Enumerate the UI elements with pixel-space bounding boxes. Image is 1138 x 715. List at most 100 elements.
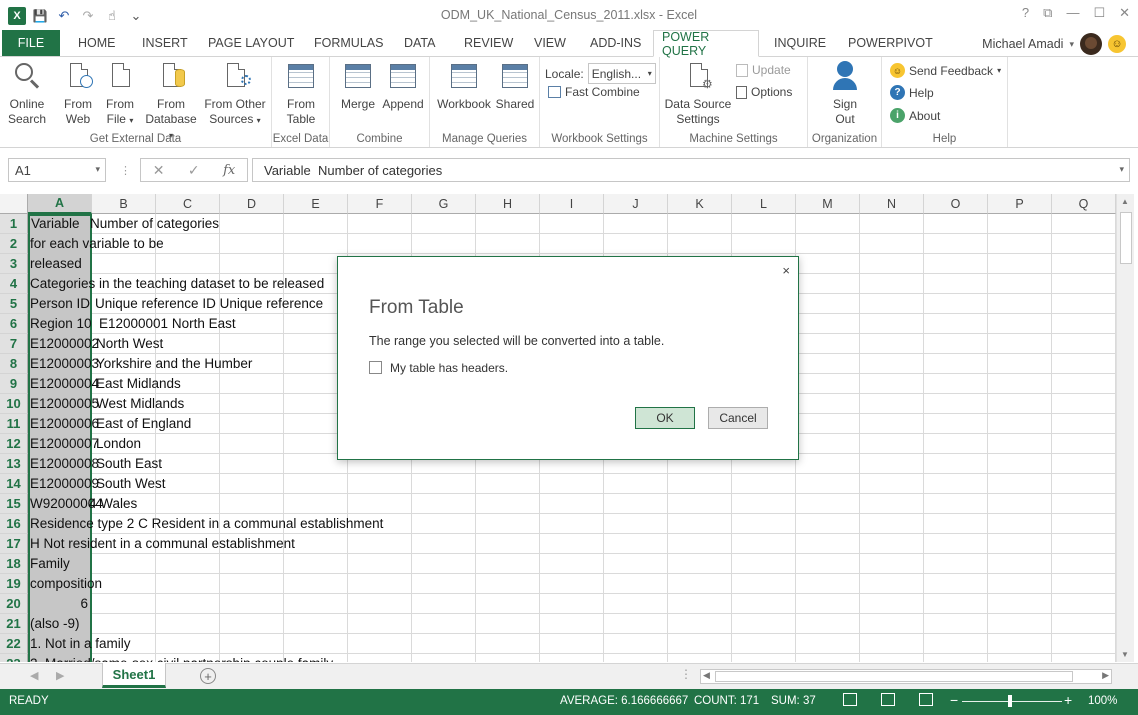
page-break-view-icon[interactable] xyxy=(919,693,933,706)
row-header[interactable]: 7 xyxy=(0,334,28,354)
tab-data[interactable]: DATA xyxy=(396,30,443,56)
sheet-prev-icon[interactable]: ◀ xyxy=(30,669,38,682)
formula-bar-resize-icon[interactable]: ⋮ xyxy=(120,164,131,177)
cell-a16[interactable]: Residence type 2 C Resident in a communa… xyxy=(30,514,383,534)
cell-a13[interactable]: E12000008 xyxy=(30,454,99,474)
cell-b14[interactable]: South West xyxy=(96,474,166,494)
sign-out-button[interactable]: Sign Out xyxy=(822,61,868,127)
row-header[interactable]: 5 xyxy=(0,294,28,314)
column-header-l[interactable]: L xyxy=(732,194,796,214)
cell-a7[interactable]: E12000002 xyxy=(30,334,99,354)
cell-a2[interactable]: for each variable to be xyxy=(30,234,164,254)
user-account[interactable]: Michael Amadi ▾ ☺ xyxy=(982,33,1126,55)
cell-b6[interactable]: E12000001 North East xyxy=(99,314,236,334)
horizontal-scroll-thumb[interactable] xyxy=(715,671,1073,682)
cell-b12[interactable]: London xyxy=(96,434,141,454)
cell-a18[interactable]: Family xyxy=(30,554,70,574)
row-header[interactable]: 13 xyxy=(0,454,28,474)
add-sheet-icon[interactable]: + xyxy=(200,668,216,684)
cell-a22[interactable]: 1. Not in a family xyxy=(30,634,131,654)
online-search-button[interactable]: Online Search xyxy=(4,61,50,127)
row-header[interactable]: 18 xyxy=(0,554,28,574)
append-button[interactable]: Append xyxy=(380,61,426,112)
expand-formula-bar-icon[interactable]: ▾ xyxy=(1119,164,1124,175)
tab-home[interactable]: HOME xyxy=(70,30,124,56)
cell-b1[interactable]: Number of categories xyxy=(90,214,219,234)
scroll-up-icon[interactable]: ▲ xyxy=(1121,197,1129,206)
scroll-down-icon[interactable]: ▼ xyxy=(1121,650,1129,659)
close-icon[interactable]: × xyxy=(782,263,790,278)
insert-function-icon[interactable]: fx xyxy=(223,163,235,178)
row-header[interactable]: 20 xyxy=(0,594,28,614)
zoom-slider-track[interactable] xyxy=(962,701,1062,702)
row-header[interactable]: 11 xyxy=(0,414,28,434)
row-header[interactable]: 21 xyxy=(0,614,28,634)
cancel-entry-icon[interactable]: ✕ xyxy=(153,162,165,179)
tab-formulas[interactable]: FORMULAS xyxy=(306,30,391,56)
column-header-p[interactable]: P xyxy=(988,194,1052,214)
vertical-scrollbar[interactable]: ▲ ▼ xyxy=(1116,194,1134,662)
cell-a4[interactable]: Categories in the teaching dataset to be… xyxy=(30,274,324,294)
from-other-sources-button[interactable]: From Other Sources ▾ xyxy=(202,61,268,128)
column-header-h[interactable]: H xyxy=(476,194,540,214)
normal-view-icon[interactable] xyxy=(843,693,857,706)
row-header[interactable]: 3 xyxy=(0,254,28,274)
cell-b15[interactable]: 4 Wales xyxy=(89,494,137,514)
ok-button[interactable]: OK xyxy=(635,407,695,429)
cell-b13[interactable]: South East xyxy=(96,454,162,474)
smiley-feedback-icon[interactable]: ☺ xyxy=(1108,35,1126,53)
cell-a1[interactable]: Variable xyxy=(31,214,80,234)
about-button[interactable]: i About xyxy=(890,108,940,123)
cell-a5[interactable]: Person ID xyxy=(30,294,90,314)
tab-powerpivot[interactable]: POWERPIVOT xyxy=(840,30,941,56)
tab-inquire[interactable]: INQUIRE xyxy=(766,30,834,56)
column-header-c[interactable]: C xyxy=(156,194,220,214)
minimize-icon[interactable]: — xyxy=(1066,5,1079,21)
row-header[interactable]: 12 xyxy=(0,434,28,454)
tab-review[interactable]: REVIEW xyxy=(456,30,521,56)
cell-a12[interactable]: E12000007 xyxy=(30,434,99,454)
formula-input[interactable]: Variable Number of categories ▾ xyxy=(252,158,1130,182)
cell-a9[interactable]: E12000004 xyxy=(30,374,99,394)
shared-button[interactable]: Shared xyxy=(494,61,536,112)
column-header-d[interactable]: D xyxy=(220,194,284,214)
sheet-tab-sheet1[interactable]: Sheet1 xyxy=(102,663,166,688)
chevron-down-icon[interactable]: ▾ xyxy=(95,164,100,175)
cell-a19[interactable]: composition xyxy=(30,574,102,594)
column-header-a[interactable]: A xyxy=(28,194,92,214)
row-header[interactable]: 1 xyxy=(0,214,28,234)
tab-add-ins[interactable]: ADD-INS xyxy=(582,30,649,56)
column-header-g[interactable]: G xyxy=(412,194,476,214)
cell-b10[interactable]: West Midlands xyxy=(96,394,184,414)
row-header[interactable]: 4 xyxy=(0,274,28,294)
from-database-button[interactable]: From Database ▾ xyxy=(142,61,200,143)
tab-insert[interactable]: INSERT xyxy=(134,30,196,56)
cell-a11[interactable]: E12000006 xyxy=(30,414,99,434)
cell-b9[interactable]: East Midlands xyxy=(96,374,181,394)
headers-checkbox[interactable] xyxy=(369,361,382,374)
fast-combine-button[interactable]: Fast Combine xyxy=(548,85,640,99)
column-header-i[interactable]: I xyxy=(540,194,604,214)
from-web-button[interactable]: From Web xyxy=(56,61,100,127)
vertical-scroll-thumb[interactable] xyxy=(1120,212,1132,264)
enter-entry-icon[interactable]: ✓ xyxy=(188,162,200,179)
cancel-button[interactable]: Cancel xyxy=(708,407,768,429)
tab-page-layout[interactable]: PAGE LAYOUT xyxy=(200,30,302,56)
locale-selector[interactable]: Locale: English... ▾ xyxy=(545,63,656,84)
row-header[interactable]: 2 xyxy=(0,234,28,254)
tab-view[interactable]: VIEW xyxy=(526,30,574,56)
from-file-button[interactable]: From File ▾ xyxy=(100,61,140,128)
zoom-in-button[interactable]: + xyxy=(1064,692,1072,708)
select-all-corner[interactable] xyxy=(0,194,28,214)
row-header[interactable]: 15 xyxy=(0,494,28,514)
send-feedback-button[interactable]: ☺ Send Feedback ▾ xyxy=(890,63,1001,78)
options-button[interactable]: Options xyxy=(736,85,792,99)
ribbon-display-icon[interactable]: ⧉ xyxy=(1043,5,1052,21)
cell-a14[interactable]: E12000009 xyxy=(30,474,99,494)
workbook-button[interactable]: Workbook xyxy=(434,61,494,112)
row-header[interactable]: 10 xyxy=(0,394,28,414)
column-header-b[interactable]: B xyxy=(92,194,156,214)
row-header[interactable]: 14 xyxy=(0,474,28,494)
tab-file[interactable]: FILE xyxy=(2,30,60,56)
name-box[interactable]: A1 ▾ xyxy=(8,158,106,182)
